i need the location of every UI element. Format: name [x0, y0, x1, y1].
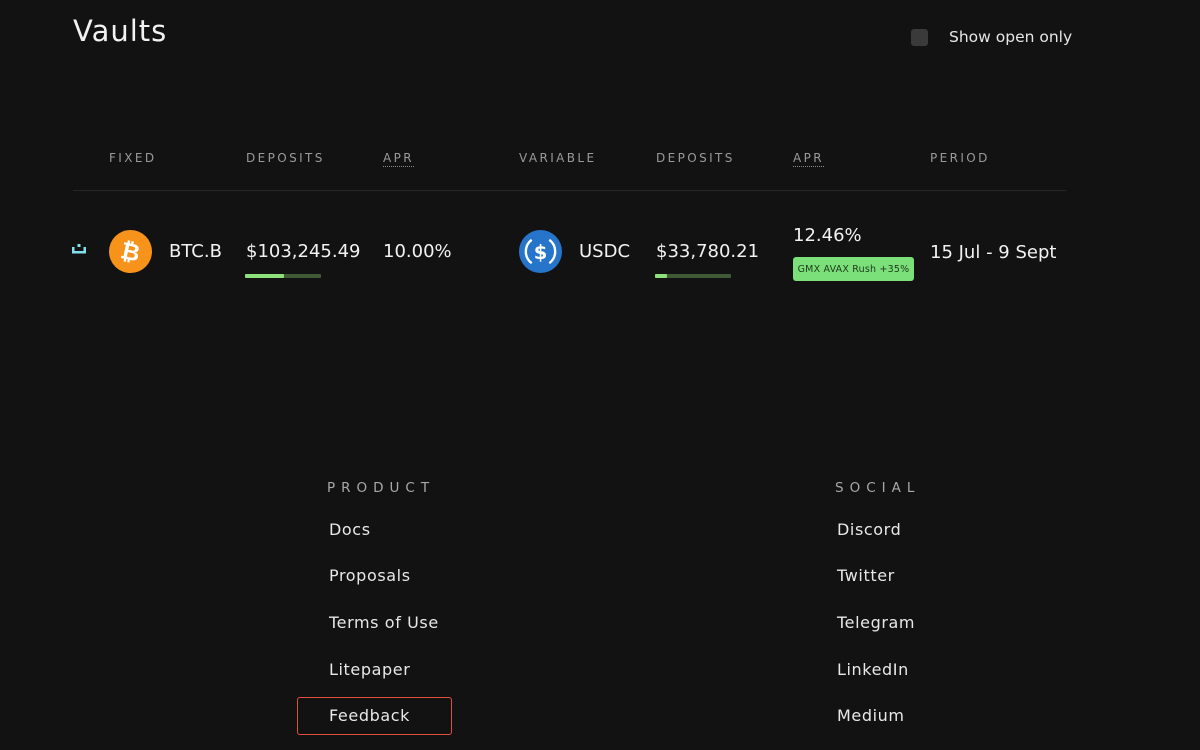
variable-deposits-progress-fill — [655, 274, 668, 278]
period-value: 15 Jul - 9 Sept — [930, 242, 1057, 263]
footer-link-discord[interactable]: Discord — [837, 520, 901, 539]
show-open-only-checkbox[interactable] — [911, 28, 928, 46]
footer-link-docs[interactable]: Docs — [329, 520, 371, 539]
header-fixed-apr[interactable]: APR — [383, 151, 414, 167]
variable-apr-value: 12.46% — [793, 225, 862, 246]
header-variable-apr[interactable]: APR — [793, 151, 824, 167]
page-title: Vaults — [73, 14, 168, 48]
fixed-deposits-progress — [245, 274, 321, 278]
footer-link-medium[interactable]: Medium — [837, 706, 905, 725]
footer-link-telegram[interactable]: Telegram — [837, 613, 915, 632]
vaults-page: Vaults Show open only FIXED DEPOSITS APR… — [0, 0, 1200, 750]
footer-product-heading: PRODUCT — [327, 480, 436, 496]
footer-link-terms-of-use[interactable]: Terms of Use — [329, 613, 439, 632]
variable-deposits-progress — [655, 274, 731, 278]
show-open-only-label: Show open only — [949, 28, 1073, 46]
fixed-asset-name: BTC.B — [169, 241, 222, 262]
footer-link-feedback[interactable]: Feedback — [329, 706, 410, 725]
fixed-deposits-value: $103,245.49 — [246, 241, 361, 262]
svg-text:$: $ — [534, 241, 548, 264]
header-fixed-deposits: DEPOSITS — [246, 151, 325, 165]
header-fixed-apr-label: APR — [383, 151, 414, 167]
header-period: PERIOD — [930, 151, 990, 165]
usdc-icon: $ — [519, 230, 562, 273]
footer-link-linkedin[interactable]: LinkedIn — [837, 660, 909, 679]
variable-asset-name: USDC — [579, 241, 631, 262]
header-fixed: FIXED — [109, 151, 157, 165]
table-divider — [73, 190, 1066, 191]
header-variable-deposits: DEPOSITS — [656, 151, 735, 165]
fixed-deposits-progress-fill — [245, 274, 284, 278]
variable-deposits-value: $33,780.21 — [656, 241, 760, 262]
header-variable-apr-label: APR — [793, 151, 824, 167]
show-open-only-toggle[interactable]: Show open only — [911, 28, 1072, 46]
footer-link-proposals[interactable]: Proposals — [329, 566, 411, 585]
fixed-apr-value: 10.00% — [383, 241, 452, 262]
footer-social-heading: SOCIAL — [835, 480, 921, 496]
bitcoin-icon: ₿ — [109, 230, 152, 273]
footer-link-twitter[interactable]: Twitter — [837, 566, 895, 585]
apr-boost-badge: GMX AVAX Rush +35% — [793, 257, 914, 281]
deposit-tray-icon[interactable] — [72, 243, 86, 255]
footer-link-litepaper[interactable]: Litepaper — [329, 660, 410, 679]
header-variable: VARIABLE — [519, 151, 597, 165]
